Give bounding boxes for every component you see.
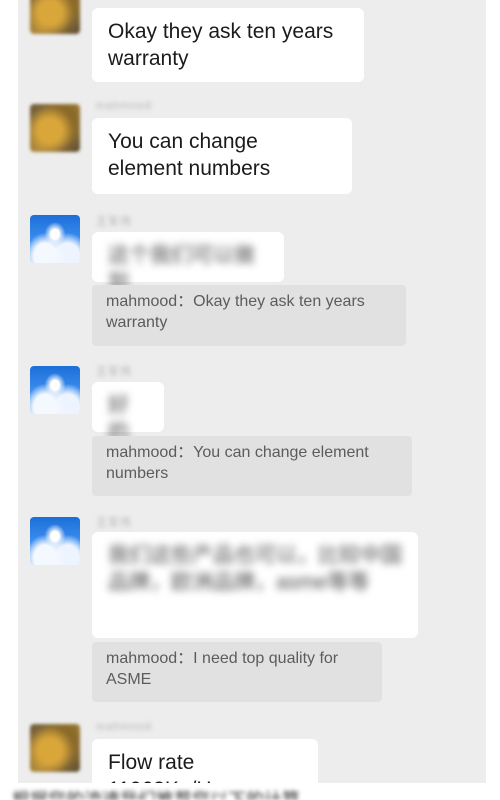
sender-name: mahmood <box>96 100 152 112</box>
chat-panel: Okay they ask ten years warranty mahmood… <box>18 0 486 783</box>
message-text: 我们这些产品也可以，比较中国品牌，欧洲品牌，asme等等 <box>108 544 402 594</box>
sender-name: 王军伟 <box>96 366 132 378</box>
message-bubble[interactable]: You can change element numbers <box>92 118 352 194</box>
message-text: You can change element numbers <box>108 130 271 180</box>
quoted-message[interactable]: mahmood：I need top quality for ASME <box>92 642 382 702</box>
sender-name: 王军伟 <box>96 216 132 228</box>
message-bubble[interactable]: Flow rate 11062Kg/Hr <box>92 739 318 783</box>
message-bubble[interactable]: 好的 <box>92 382 164 444</box>
avatar[interactable] <box>30 366 80 414</box>
message-bubble[interactable]: 这个我们可以做到 <box>92 232 284 294</box>
message-bubble[interactable]: 我们这些产品也可以，比较中国品牌，欧洲品牌，asme等等 <box>92 532 418 638</box>
message-text: Okay they ask ten years warranty <box>108 20 334 70</box>
sender-name: mahmood <box>96 721 152 733</box>
avatar[interactable] <box>30 104 80 152</box>
caption-text: 根据您的流速我们推荐您以下的计算 <box>12 790 300 800</box>
avatar[interactable] <box>30 215 80 263</box>
message-bubble[interactable]: Okay they ask ten years warranty <box>92 8 364 82</box>
quoted-message[interactable]: mahmood：Okay they ask ten years warranty <box>92 285 406 346</box>
message-text: Flow rate 11062Kg/Hr <box>108 751 219 783</box>
avatar[interactable] <box>30 0 80 34</box>
avatar[interactable] <box>30 517 80 565</box>
avatar[interactable] <box>30 724 80 772</box>
quoted-text: mahmood：Okay they ask ten years warranty <box>106 293 365 331</box>
quoted-text: mahmood：You can change element numbers <box>106 444 369 482</box>
sender-name: 王军伟 <box>96 517 132 529</box>
quoted-message[interactable]: mahmood：You can change element numbers <box>92 436 412 496</box>
quoted-text: mahmood：I need top quality for ASME <box>106 650 339 688</box>
